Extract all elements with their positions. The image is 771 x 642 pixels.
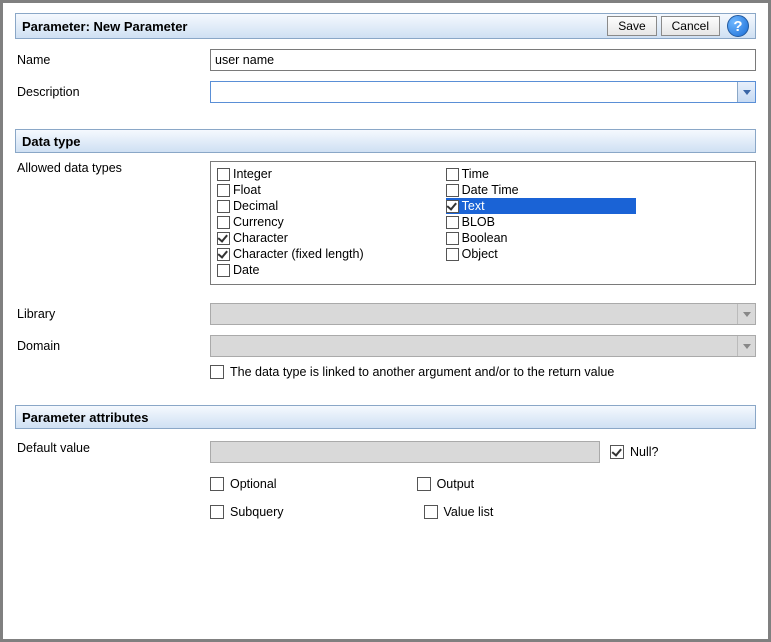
datatype-option[interactable]: Boolean xyxy=(446,230,636,246)
datatype-option-label: Time xyxy=(462,167,489,181)
description-label: Description xyxy=(15,85,210,99)
checkbox-icon xyxy=(210,505,224,519)
datatype-option-label: Object xyxy=(462,247,498,261)
datatype-option-label: Boolean xyxy=(462,231,508,245)
name-row: Name xyxy=(15,49,756,71)
name-label: Name xyxy=(15,53,210,67)
name-input[interactable] xyxy=(210,49,756,71)
attributes-header: Parameter attributes xyxy=(15,405,756,429)
optional-checkbox[interactable]: Optional xyxy=(210,477,277,491)
datatype-option[interactable]: Date xyxy=(217,262,376,278)
library-combo xyxy=(210,303,756,325)
checkbox-icon xyxy=(217,168,230,181)
datatype-option-label: Text xyxy=(462,199,485,213)
panel-title: Parameter: New Parameter xyxy=(22,19,187,34)
checkbox-icon xyxy=(446,248,459,261)
datatype-option-label: Date Time xyxy=(462,183,519,197)
description-combo[interactable] xyxy=(210,81,756,103)
datatype-option[interactable]: Character xyxy=(217,230,376,246)
datatype-title: Data type xyxy=(22,134,81,149)
parameter-panel: Parameter: New Parameter Save Cancel ? N… xyxy=(3,3,768,639)
datatype-option[interactable]: Time xyxy=(446,166,636,182)
chevron-down-icon xyxy=(737,336,755,356)
checkbox-icon xyxy=(610,445,624,459)
checkbox-icon xyxy=(217,264,230,277)
checkbox-icon xyxy=(446,184,459,197)
checkbox-icon xyxy=(446,216,459,229)
save-button[interactable]: Save xyxy=(607,16,656,36)
datatype-header: Data type xyxy=(15,129,756,153)
subquery-checkbox[interactable]: Subquery xyxy=(210,505,284,519)
checkbox-icon xyxy=(217,216,230,229)
valuelist-checkbox[interactable]: Value list xyxy=(424,505,494,519)
checkbox-icon xyxy=(217,232,230,245)
default-value-row: Default value Null? Optional Output xyxy=(15,441,756,519)
null-checkbox[interactable]: Null? xyxy=(610,445,659,459)
domain-row: Domain xyxy=(15,335,756,357)
cancel-button[interactable]: Cancel xyxy=(661,16,720,36)
checkbox-icon xyxy=(446,232,459,245)
default-value-label: Default value xyxy=(15,441,210,519)
datatype-option[interactable]: Text xyxy=(446,198,636,214)
datatype-option-label: Character xyxy=(233,231,288,245)
linked-label: The data type is linked to another argum… xyxy=(230,365,614,379)
checkbox-icon xyxy=(210,365,224,379)
chevron-down-icon xyxy=(737,82,755,102)
attributes-title: Parameter attributes xyxy=(22,410,148,425)
header-buttons: Save Cancel ? xyxy=(607,15,749,37)
null-label: Null? xyxy=(630,445,659,459)
chevron-down-icon xyxy=(737,304,755,324)
checkbox-icon xyxy=(446,168,459,181)
allowed-types-list[interactable]: Integer Float Decimal Currency Character Char… xyxy=(210,161,756,285)
valuelist-label: Value list xyxy=(444,505,494,519)
checkbox-icon xyxy=(217,248,230,261)
panel-header: Parameter: New Parameter Save Cancel ? xyxy=(15,13,756,39)
checkbox-icon xyxy=(217,200,230,213)
datatype-option[interactable]: Integer xyxy=(217,166,376,182)
description-row: Description xyxy=(15,81,756,103)
optional-label: Optional xyxy=(230,477,277,491)
datatype-option[interactable]: Float xyxy=(217,182,376,198)
datatype-option[interactable]: BLOB xyxy=(446,214,636,230)
datatype-option-label: Character (fixed length) xyxy=(233,247,364,261)
allowed-types-label: Allowed data types xyxy=(15,161,210,285)
datatype-option[interactable]: Character (fixed length) xyxy=(217,246,376,262)
output-label: Output xyxy=(437,477,475,491)
datatype-option-label: BLOB xyxy=(462,215,495,229)
help-icon[interactable]: ? xyxy=(727,15,749,37)
linked-checkbox[interactable]: The data type is linked to another argum… xyxy=(210,365,614,379)
datatype-option-label: Integer xyxy=(233,167,272,181)
library-row: Library xyxy=(15,303,756,325)
library-label: Library xyxy=(15,307,210,321)
checkbox-icon xyxy=(217,184,230,197)
datatype-option[interactable]: Decimal xyxy=(217,198,376,214)
datatype-option[interactable]: Currency xyxy=(217,214,376,230)
datatype-option-label: Decimal xyxy=(233,199,278,213)
subquery-label: Subquery xyxy=(230,505,284,519)
datatype-option[interactable]: Object xyxy=(446,246,636,262)
output-checkbox[interactable]: Output xyxy=(417,477,475,491)
datatype-option-label: Currency xyxy=(233,215,284,229)
default-value-input xyxy=(210,441,600,463)
checkbox-icon xyxy=(417,477,431,491)
linked-row: The data type is linked to another argum… xyxy=(15,365,756,379)
domain-label: Domain xyxy=(15,339,210,353)
allowed-types-row: Allowed data types Integer Float Decimal Cu… xyxy=(15,161,756,285)
datatype-option[interactable]: Date Time xyxy=(446,182,636,198)
checkbox-icon xyxy=(210,477,224,491)
datatype-option-label: Date xyxy=(233,263,259,277)
checkbox-icon xyxy=(424,505,438,519)
checkbox-icon xyxy=(446,200,459,213)
datatype-option-label: Float xyxy=(233,183,261,197)
domain-combo[interactable] xyxy=(210,335,756,357)
